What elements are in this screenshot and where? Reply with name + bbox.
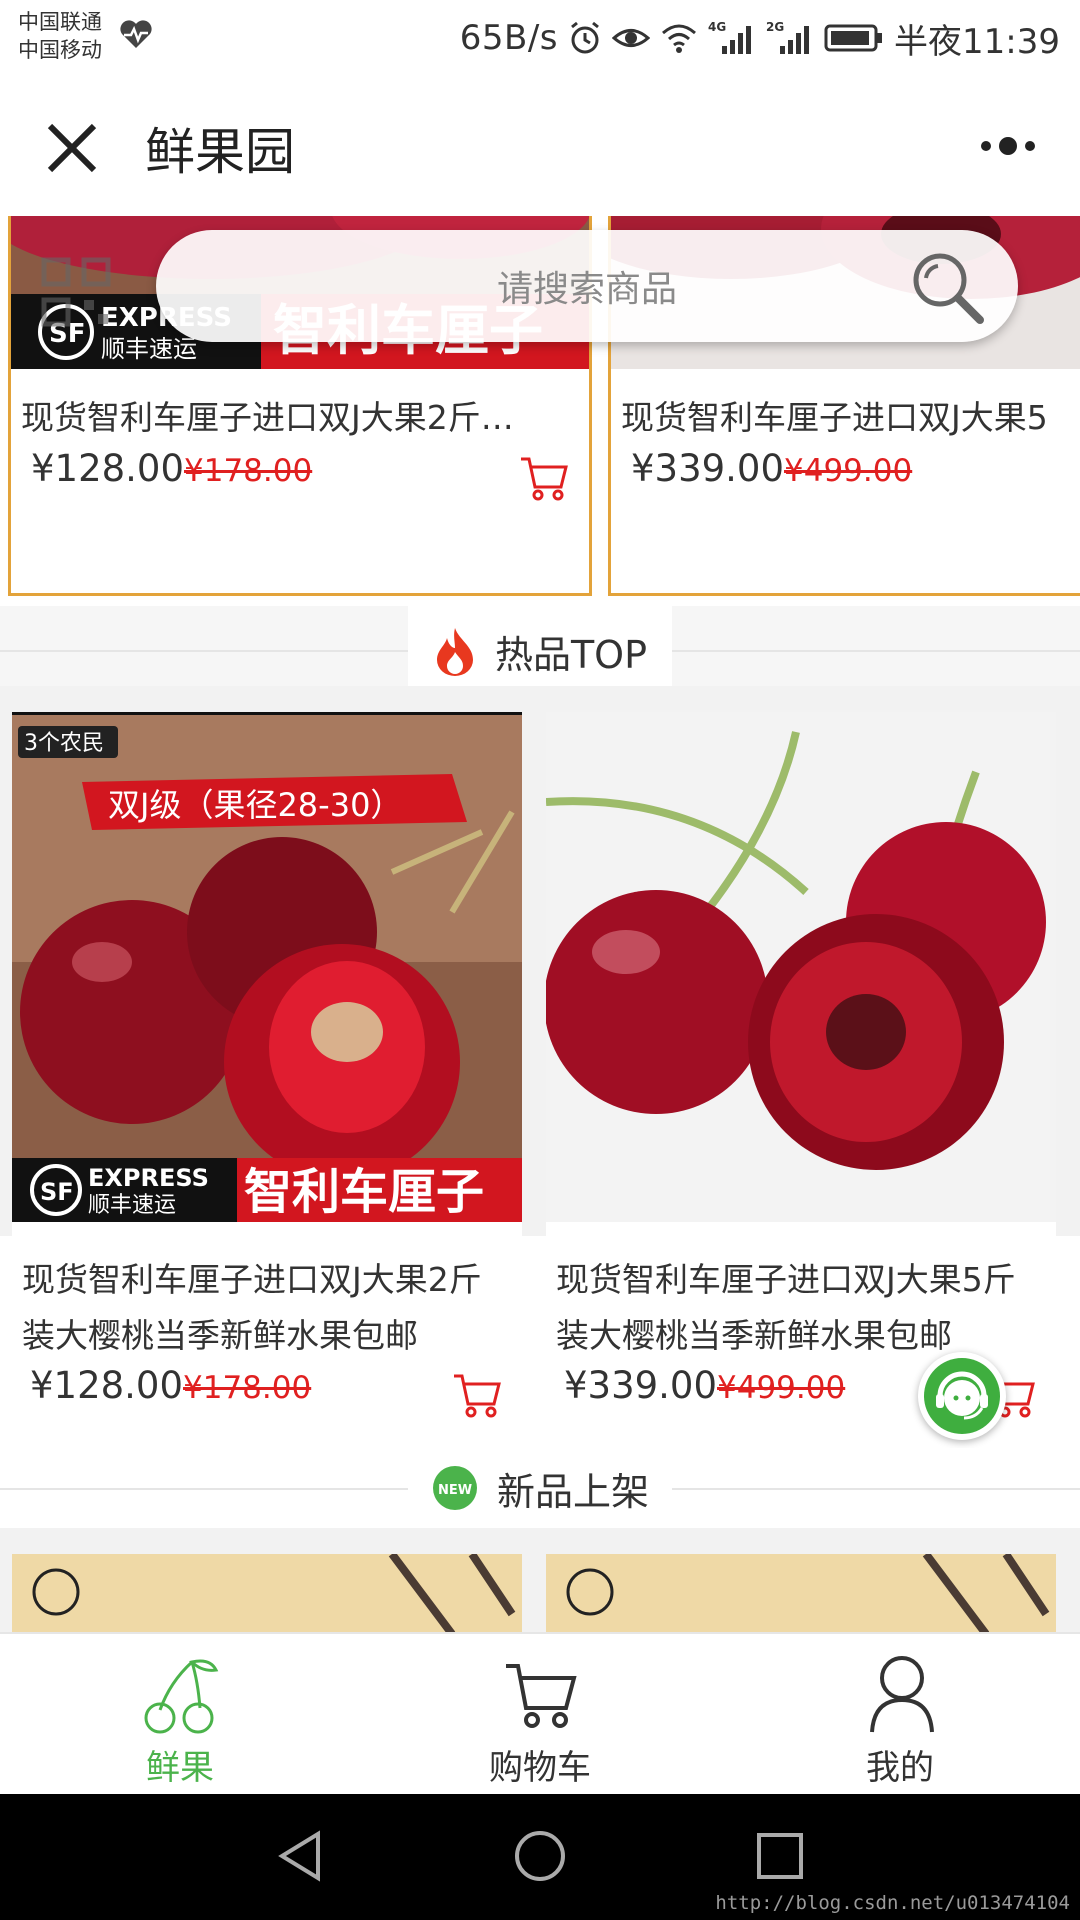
original-price: ¥499.00: [717, 1370, 846, 1406]
price-row: ¥339.00 ¥499.00: [564, 1364, 845, 1407]
page-title: 鲜果园: [145, 123, 295, 181]
scan-qr-icon[interactable]: [40, 256, 112, 328]
banner-text: 智利车厘子: [244, 1164, 484, 1220]
tab-profile[interactable]: 我的: [720, 1634, 1080, 1794]
customer-service-button[interactable]: [918, 1352, 1006, 1440]
seller-badge: 3个农民: [24, 731, 104, 756]
back-icon[interactable]: [272, 1828, 328, 1884]
carrier-1: 中国联通: [18, 10, 102, 34]
tab-fresh-fruit[interactable]: 鲜果: [0, 1634, 360, 1794]
fire-icon: [436, 628, 473, 676]
user-icon: [870, 1656, 934, 1733]
price: ¥128.00: [31, 447, 185, 490]
tab-label: 购物车: [489, 1748, 591, 1788]
svg-text:SF: SF: [40, 1178, 74, 1206]
new-badge-icon: NEW: [432, 1466, 477, 1510]
section-title: 热品TOP: [494, 632, 648, 677]
more-options-icon[interactable]: [980, 134, 1036, 158]
tab-cart[interactable]: 购物车: [360, 1634, 720, 1794]
grade-text: 双J级（果径28-30）: [108, 786, 402, 824]
new-product-card[interactable]: [546, 1554, 1056, 1632]
search-placeholder: 请搜索商品: [496, 269, 677, 310]
search-icon[interactable]: [908, 248, 988, 328]
section-heading: 热品TOP: [408, 606, 672, 696]
product-name: 现货智利车厘子进口双J大果2斤…: [21, 398, 514, 437]
product-name: 现货智利车厘子进口双J大果5: [621, 398, 1048, 437]
eye-icon: [612, 29, 651, 47]
express-brand: EXPRESS: [88, 1164, 209, 1192]
add-to-cart-icon[interactable]: [452, 1372, 502, 1418]
original-price: ¥499.00: [784, 453, 913, 489]
price-row: ¥339.00 ¥499.00: [631, 447, 912, 490]
battery-icon: [824, 24, 883, 52]
net-2g-label: 2G: [766, 20, 784, 34]
home-icon[interactable]: [512, 1828, 568, 1884]
express-cn: 顺丰速运: [88, 1193, 176, 1218]
hot-product-card[interactable]: 3个农民 双J级（果径28-30） SF EXPRESS 顺丰速运 智利车厘子: [12, 712, 522, 1432]
new-badge-text: NEW: [438, 1483, 472, 1498]
product-image: [546, 1554, 1056, 1632]
section-heading: NEW 新品上架: [408, 1448, 672, 1528]
product-name: 现货智利车厘子进口双J大果2斤装大樱桃当季新鲜水果包邮: [22, 1260, 482, 1355]
wifi-icon: [662, 24, 697, 53]
new-section-header: NEW 新品上架: [0, 1448, 1080, 1528]
original-price: ¥178.00: [184, 453, 313, 489]
heartbeat-icon: [120, 20, 152, 48]
recents-icon[interactable]: [752, 1828, 808, 1884]
tab-label: 鲜果: [146, 1748, 214, 1788]
signal-4g-icon: 4G: [708, 20, 752, 54]
product-image: 3个农民 双J级（果径28-30） SF EXPRESS 顺丰速运 智利车厘子: [12, 712, 522, 1222]
express-cn: 顺丰速运: [101, 335, 197, 363]
status-bar: 中国联通 中国移动 65B/s 4G 2G 半夜11:39: [0, 0, 1080, 76]
price: ¥128.00: [30, 1364, 184, 1407]
net-speed: 65B/s: [459, 18, 559, 58]
cart-icon: [506, 1664, 577, 1728]
system-nav-bar: http://blog.csdn.net/u013474104: [0, 1794, 1080, 1920]
net-4g-label: 4G: [708, 20, 726, 34]
carrier-2: 中国移动: [18, 38, 102, 62]
product-image: [546, 712, 1056, 1222]
signal-2g-icon: 2G: [766, 20, 810, 54]
product-name: 现货智利车厘子进口双J大果5斤装大樱桃当季新鲜水果包邮: [556, 1260, 1016, 1355]
add-to-cart-icon[interactable]: [519, 455, 569, 501]
search-input[interactable]: 请搜索商品: [156, 230, 1018, 342]
close-icon[interactable]: [44, 120, 100, 176]
tab-label: 我的: [866, 1748, 934, 1788]
price-row: ¥128.00 ¥178.00: [30, 1364, 311, 1407]
price-row: ¥128.00 ¥178.00: [31, 447, 312, 490]
original-price: ¥178.00: [183, 1370, 312, 1406]
headset-agent-icon: [924, 1358, 1000, 1434]
carrier-info: 中国联通 中国移动: [18, 8, 102, 64]
cherry-icon: [144, 1659, 219, 1734]
section-title: 新品上架: [496, 1469, 649, 1514]
product-image: [12, 1554, 522, 1632]
new-product-card[interactable]: [12, 1554, 522, 1632]
watermark: http://blog.csdn.net/u013474104: [715, 1892, 1070, 1914]
status-icons: 65B/s 4G 2G 半夜11:39: [460, 14, 1060, 62]
hot-product-card[interactable]: 现货智利车厘子进口双J大果5斤装大樱桃当季新鲜水果包邮 ¥339.00 ¥499…: [546, 712, 1056, 1432]
title-bar: 鲜果园: [0, 76, 1080, 216]
price: ¥339.00: [564, 1364, 718, 1407]
hot-section-header: 热品TOP: [0, 606, 1080, 696]
main-content[interactable]: SF EXPRESS 顺丰速运 智利车厘子 现货智利车厘子进口双J大果2斤… ¥…: [0, 216, 1080, 1632]
price: ¥339.00: [631, 447, 785, 490]
alarm-icon: [571, 21, 599, 54]
clock: 半夜11:39: [894, 21, 1060, 62]
bottom-tab-bar: 鲜果 购物车 我的: [0, 1632, 1080, 1794]
